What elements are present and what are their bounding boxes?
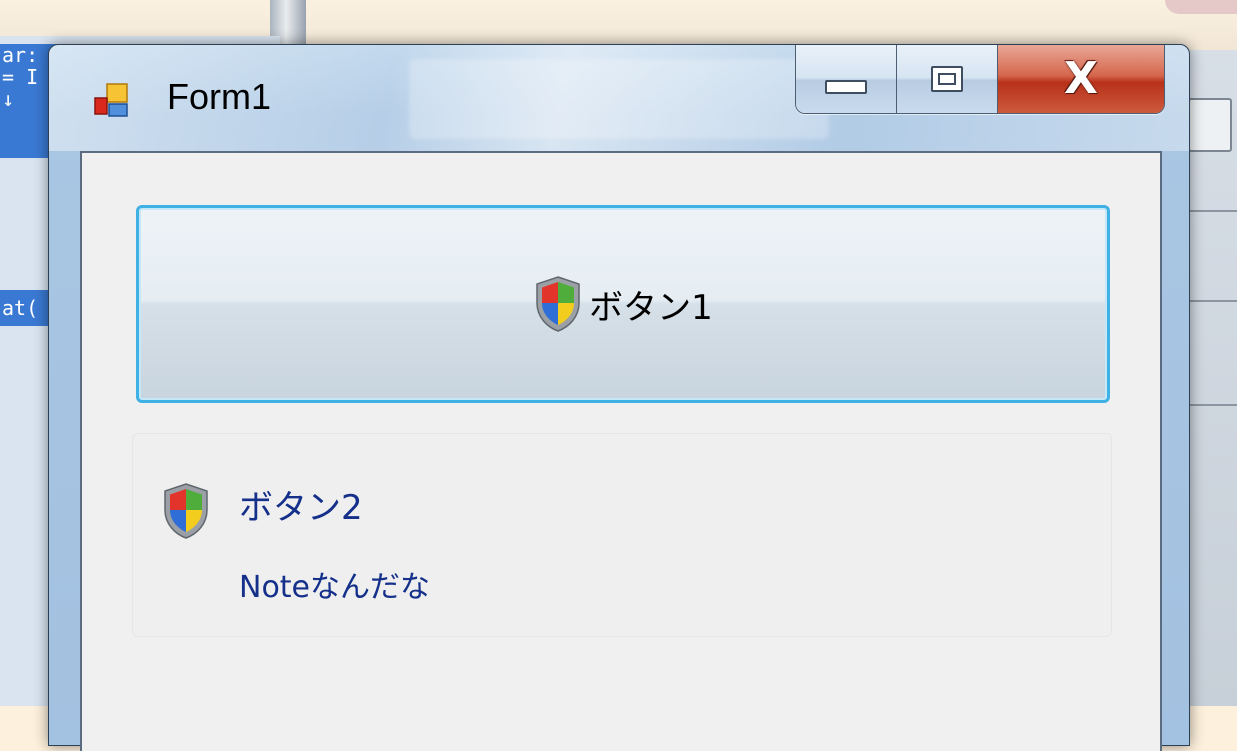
- button1[interactable]: ボタン1: [136, 205, 1110, 403]
- command-link-title: ボタン2: [239, 488, 363, 528]
- maximize-icon: [931, 66, 963, 92]
- minimize-button[interactable]: [796, 45, 897, 113]
- close-icon: X: [1064, 53, 1098, 104]
- window-title: Form1: [167, 76, 272, 117]
- background-window-corner: [1165, 0, 1237, 14]
- background-divider: [1188, 300, 1237, 302]
- command-link-note: Noteなんだな: [239, 570, 431, 605]
- minimize-icon: [825, 80, 867, 94]
- background-divider: [1188, 210, 1237, 212]
- command-link-button2[interactable]: ボタン2 Noteなんだな: [132, 433, 1112, 637]
- button1-label: ボタン1: [589, 287, 713, 328]
- form-app-icon[interactable]: [93, 83, 129, 119]
- background-divider: [1188, 404, 1237, 406]
- uac-shield-icon: [536, 276, 580, 332]
- uac-shield-icon: [164, 483, 208, 539]
- form1-window: Form1 X ボタン1 ボタン2 Noteなんだな: [48, 44, 1190, 751]
- caption-buttons: X: [795, 45, 1165, 114]
- background-button: [1188, 98, 1232, 152]
- background-window-reflection: [409, 59, 829, 139]
- client-area: ボタン1 ボタン2 Noteなんだな: [80, 151, 1162, 751]
- maximize-button[interactable]: [897, 45, 998, 113]
- close-button[interactable]: X: [998, 45, 1164, 113]
